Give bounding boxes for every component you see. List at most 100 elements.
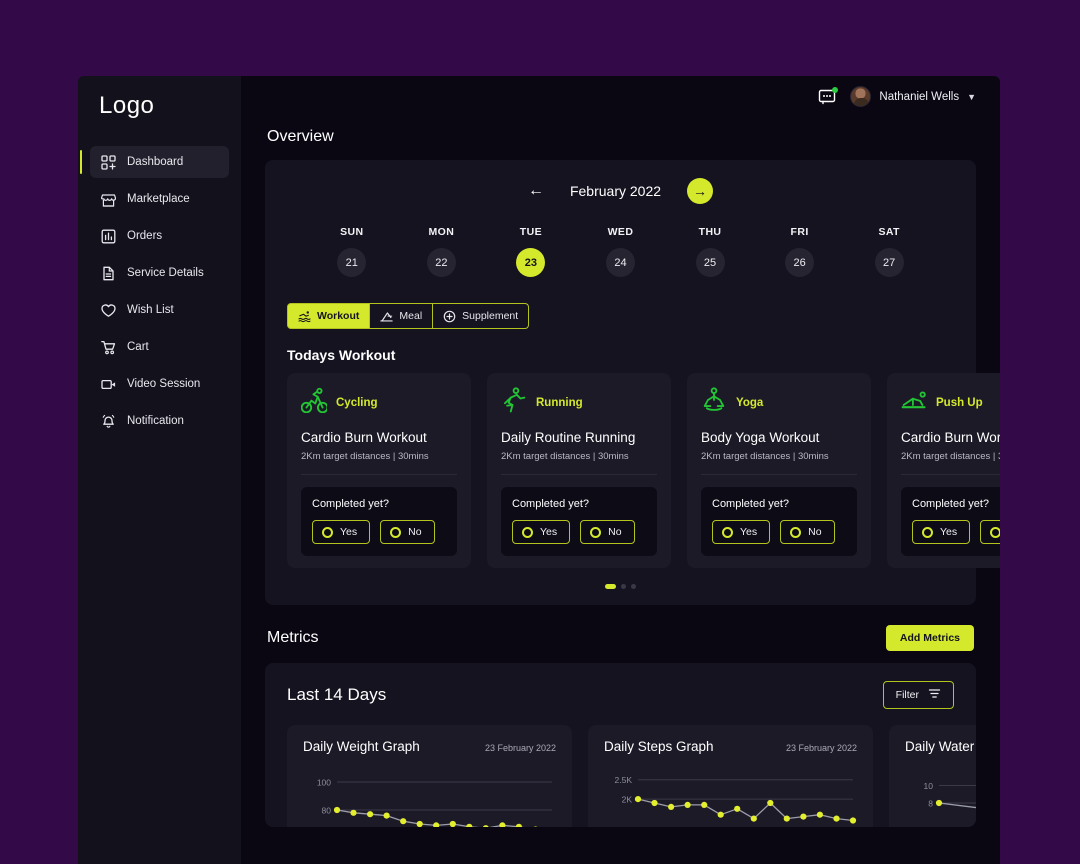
calendar-dow-label: TUE [519,226,542,238]
chart-header: Daily Water Graph23 February 2022 [905,739,976,754]
workout-subtitle: 2Km target distances | 30mins [501,451,657,475]
calendar-day-column: SAT 27 [874,226,904,277]
chart-title: Daily Steps Graph [604,739,714,754]
arrow-left-icon[interactable]: ← [528,183,544,199]
workout-type-label: Push Up [936,396,983,409]
completion-no-label: No [808,526,822,538]
completion-yes-option[interactable]: Yes [312,520,371,544]
chevron-down-icon[interactable]: ▼ [967,92,976,102]
completion-no-option[interactable]: No [380,520,435,544]
workout-card[interactable]: Push Up Cardio Burn Workout 2Km target dis… [887,373,1000,568]
calendar-date-23[interactable]: 23 [516,248,546,277]
store-icon [101,192,116,207]
tab-meal[interactable]: Meal [370,303,434,329]
sidebar-item-label: Dashboard [127,156,184,168]
completion-no-option[interactable]: No [780,520,835,544]
workout-completion-box: Completed yet? Yes No [301,487,457,556]
tab-supplement[interactable]: Supplement [433,303,530,329]
sidebar-item-notification[interactable]: Notification [90,405,229,437]
dashboard-icon [101,154,116,170]
calendar-dow-label: THU [698,226,722,238]
filter-button[interactable]: Filter [882,681,954,709]
add-metrics-button[interactable]: Add Metrics [885,625,974,651]
completion-no-label: No [608,526,622,538]
logo: Logo [99,92,155,119]
completion-yes-label: Yes [940,526,958,538]
completion-question: Completed yet? [312,498,390,510]
user-menu[interactable]: Nathaniel Wells ▼ [850,86,976,107]
workout-completion-box: Completed yet? Yes No [901,487,1000,556]
tab-label: Supplement [462,310,519,322]
workout-title: Daily Routine Running [501,430,636,445]
calendar-date-26[interactable]: 26 [785,248,815,277]
todays-workout-label: Todays Workout [287,347,396,363]
completion-yes-label: Yes [540,526,558,538]
chart-plot: 10 8 [905,768,976,827]
completion-yes-option[interactable]: Yes [512,520,571,544]
sidebar-item-service-details[interactable]: Service Details [90,257,229,289]
svg-text:80: 80 [322,806,332,816]
calendar-dow-label: SAT [878,226,900,238]
completion-yes-option[interactable]: Yes [712,520,771,544]
chart-header: Daily Weight Graph 23 February 2022 [303,739,556,754]
workout-card-header: Push Up [901,387,1000,418]
chart-plot: 2.5K 2K [604,768,857,827]
calendar-date-24[interactable]: 24 [605,248,635,277]
filter-button-label: Filter [895,689,919,701]
workout-card[interactable]: Cycling Cardio Burn Workout 2Km target dis… [287,373,471,568]
completion-choices: Yes No [312,520,446,544]
workout-card[interactable]: Yoga Body Yoga Workout 2Km target distance… [687,373,871,568]
sidebar-item-marketplace[interactable]: Marketplace [90,183,229,215]
app-window: Logo Dashboard Marketplace Orders Service D… [78,76,1000,864]
metrics-title: Metrics [267,629,319,646]
completion-yes-label: Yes [340,526,358,538]
running-icon [501,387,527,418]
workout-card-header: Yoga [701,387,857,418]
pill-plus-icon [443,310,456,323]
chart-header: Daily Steps Graph 23 February 2022 [604,739,857,754]
workout-card-header: Running [501,387,657,418]
svg-text:8: 8 [928,799,933,809]
swimmer-icon [298,310,311,323]
sidebar-item-wish-list[interactable]: Wish List [90,294,229,326]
tab-workout[interactable]: Workout [287,303,371,329]
completion-no-option[interactable]: No [980,520,1000,544]
completion-yes-option[interactable]: Yes [912,520,971,544]
sidebar-item-cart[interactable]: Cart [90,331,229,363]
radio-icon [522,526,533,538]
metrics-panel: Last 14 Days Filter Daily Weight Graph 23… [265,663,976,827]
category-tabs: Workout Meal Supplement [287,303,530,329]
carousel-dot[interactable] [621,584,626,589]
message-icon[interactable] [818,86,839,106]
completion-question: Completed yet? [712,498,790,510]
sidebar-item-dashboard[interactable]: Dashboard [80,146,229,178]
svg-text:2K: 2K [622,795,633,805]
carousel-dot[interactable] [631,584,636,589]
carousel-dot[interactable] [605,584,616,589]
completion-no-option[interactable]: No [580,520,635,544]
calendar-date-25[interactable]: 25 [695,248,725,277]
workout-card-list: Cycling Cardio Burn Workout 2Km target dis… [287,373,1000,568]
notification-dot [832,86,839,93]
sidebar-item-video-session[interactable]: Video Session [90,368,229,400]
sidebar-item-orders[interactable]: Orders [90,220,229,252]
bar-chart-icon [101,229,116,244]
arrow-right-icon[interactable]: → [687,178,714,204]
workout-title: Body Yoga Workout [701,430,820,445]
chart-card-list: Daily Weight Graph 23 February 2022 100 80 D… [287,725,976,827]
calendar-date-21[interactable]: 21 [337,248,367,277]
workout-completion-box: Completed yet? Yes No [501,487,657,556]
sidebar-item-label: Wish List [127,304,174,316]
calendar-header: ← February 2022 → [287,178,954,204]
carousel-dots [287,584,954,589]
cycling-icon [300,387,329,418]
workout-card[interactable]: Running Daily Routine Running 2Km target d… [487,373,671,568]
workout-title: Cardio Burn Workout [901,430,1000,445]
document-icon [101,266,116,281]
calendar-dow-label: WED [607,226,634,238]
calendar-date-22[interactable]: 22 [426,248,456,277]
calendar-date-27[interactable]: 27 [874,248,904,277]
chart-plot: 100 80 [303,768,556,827]
user-name: Nathaniel Wells [879,90,960,103]
workout-type-label: Cycling [336,396,378,409]
